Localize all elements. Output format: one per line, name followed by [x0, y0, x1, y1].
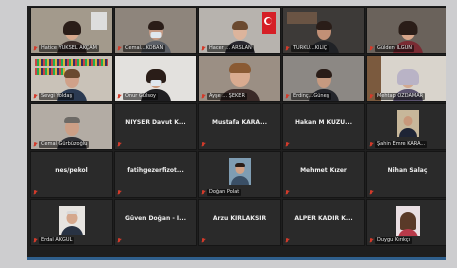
bookshelf [35, 59, 108, 66]
participant-tile[interactable]: Ayşe ... ŞEKER [198, 55, 281, 102]
participant-tile[interactable]: Şahin Emre KARA... [366, 103, 446, 150]
participant-tile[interactable]: ALPER KADİR K... [282, 199, 365, 246]
participant-name: TÜRKÜ...KILIÇ [291, 45, 330, 52]
participant-tile[interactable]: Mehtap ÖZDAMAR [366, 55, 446, 102]
participant-name: Hacer ... ARSLAN [207, 45, 254, 52]
wall-frame [91, 12, 107, 30]
mic-off-icon [201, 142, 205, 147]
participant-name: Mehmet Kızer [300, 167, 347, 174]
mic-off-icon [369, 190, 373, 195]
participant-name: Mehtap ÖZDAMAR [375, 93, 426, 100]
mic-off-icon [33, 94, 37, 99]
participant-tile[interactable]: Sevgi Yoldaş [30, 55, 113, 102]
meeting-window: Hatice YÜKSEL AKÇAM Cemal...KOBAN Hacer … [27, 6, 446, 260]
participant-name: Hakan M KUZU... [294, 119, 352, 126]
participant-name: Güven Doğan - İ... [125, 215, 186, 222]
mic-off-icon [285, 46, 289, 51]
participant-name: Hatice YÜKSEL AKÇAM [39, 45, 99, 52]
participant-avatar [395, 206, 420, 236]
participant-tile[interactable]: Erdal AKGÜL [30, 199, 113, 246]
participant-tile[interactable]: Erdinç...Güneş [282, 55, 365, 102]
mic-off-icon [117, 142, 121, 147]
mic-off-icon [33, 190, 37, 195]
participant-name: Nihan Salaç [387, 167, 428, 174]
participant-name: fatihgezerfizot... [127, 167, 184, 174]
mic-off-icon [369, 238, 373, 243]
face-mask [150, 80, 161, 86]
participant-tile[interactable]: Gülden İLGÜN [366, 7, 446, 54]
meeting-toolbar-edge [27, 257, 446, 260]
participant-avatar [396, 110, 419, 137]
mic-off-icon [201, 46, 205, 51]
turkish-flag [262, 12, 276, 34]
participant-name: Onur Gülsoy [123, 93, 158, 100]
participant-name: Cemal Gürbüzoğlu [39, 141, 90, 148]
participant-tile[interactable]: TÜRKÜ...KILIÇ [282, 7, 365, 54]
mic-off-icon [285, 238, 289, 243]
participant-name: Sevgi Yoldaş [39, 93, 75, 100]
mic-off-icon [369, 94, 373, 99]
participant-tile[interactable]: NİYSER Davut K... [114, 103, 197, 150]
participant-name: Erdal AKGÜL [39, 237, 75, 244]
mic-off-icon [201, 238, 205, 243]
participant-name: Ayşe ... ŞEKER [207, 93, 247, 100]
participant-tile[interactable]: Onur Gülsoy [114, 55, 197, 102]
participant-name: Arzu KIRLAKSIR [212, 215, 267, 222]
face-mask [150, 32, 161, 38]
participant-tile[interactable]: Duygu Kırıkçı [366, 199, 446, 246]
participant-name: Erdinç...Güneş [291, 93, 332, 100]
participant-name: Duygu Kırıkçı [375, 237, 413, 244]
participant-name: Mustafa KARA... [212, 119, 267, 126]
mic-off-icon [117, 238, 121, 243]
participant-name: Gülden İLGÜN [375, 45, 414, 52]
mic-off-icon [117, 190, 121, 195]
mic-off-icon [33, 238, 37, 243]
participant-name: Doğan Polat [207, 189, 242, 196]
participant-name: Şahin Emre KARA... [375, 141, 428, 148]
participant-name: nes/pekol [55, 167, 88, 174]
participant-tile[interactable]: Cemal Gürbüzoğlu [30, 103, 113, 150]
participant-tile[interactable]: Hatice YÜKSEL AKÇAM [30, 7, 113, 54]
mic-off-icon [285, 94, 289, 99]
mic-off-icon [285, 190, 289, 195]
participant-avatar [228, 158, 251, 185]
participant-tile[interactable]: Hacer ... ARSLAN [198, 7, 281, 54]
participant-tile[interactable]: Arzu KIRLAKSIR [198, 199, 281, 246]
participant-tile[interactable]: Nihan Salaç [366, 151, 446, 198]
mic-off-icon [201, 190, 205, 195]
participant-name: Cemal...KOBAN [123, 45, 166, 52]
participant-tile[interactable]: Doğan Polat [198, 151, 281, 198]
participant-tile[interactable]: nes/pekol [30, 151, 113, 198]
mic-off-icon [285, 142, 289, 147]
participant-name: NİYSER Davut K... [125, 119, 186, 126]
mic-off-icon [117, 94, 121, 99]
mic-off-icon [369, 142, 373, 147]
mic-off-icon [33, 142, 37, 147]
participant-tile[interactable]: fatihgezerfizot... [114, 151, 197, 198]
participant-name: ALPER KADİR K... [294, 215, 353, 222]
participant-tile[interactable]: Cemal...KOBAN [114, 7, 197, 54]
participant-tile[interactable]: Mustafa KARA... [198, 103, 281, 150]
participant-tile[interactable]: Hakan M KUZU... [282, 103, 365, 150]
mic-off-icon [369, 46, 373, 51]
mic-off-icon [33, 46, 37, 51]
participant-avatar [58, 206, 85, 235]
mic-off-icon [201, 94, 205, 99]
participant-tile[interactable]: Güven Doğan - İ... [114, 199, 197, 246]
participant-tile[interactable]: Mehmet Kızer [282, 151, 365, 198]
mic-off-icon [117, 46, 121, 51]
